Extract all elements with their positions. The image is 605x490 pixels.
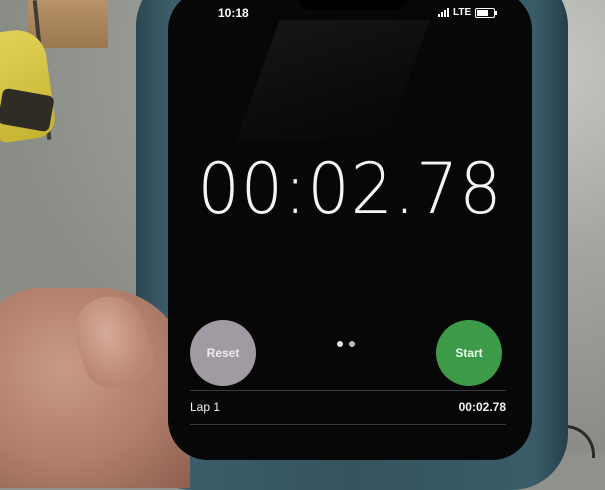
divider [190, 390, 506, 391]
status-bar: 10:18 LTE [168, 6, 532, 22]
lap-label: Lap 1 [190, 400, 221, 414]
network-label: LTE [453, 7, 472, 18]
signal-bar [444, 10, 446, 17]
signal-bar [438, 14, 440, 17]
page-dot[interactable] [337, 341, 343, 347]
page-dot[interactable] [349, 341, 355, 347]
battery-icon [475, 7, 498, 18]
lap-row: Lap 1 00:02.78 [190, 400, 506, 414]
lap-time: 00:02.78 [458, 400, 506, 414]
phone-screen: 10:18 LTE 00:02.78 Reset Start Lap 1 00:… [168, 0, 532, 460]
status-indicators: LTE [438, 7, 498, 18]
signal-bar [441, 12, 443, 17]
signal-bar [447, 8, 449, 17]
elapsed-time: 00:02.78 [197, 148, 503, 230]
page-indicator[interactable] [337, 341, 355, 347]
divider [190, 424, 506, 425]
signal-bars-icon [438, 8, 449, 17]
reset-button[interactable]: Reset [190, 320, 256, 386]
status-time: 10:18 [218, 6, 249, 20]
start-button[interactable]: Start [436, 320, 502, 386]
screen-reflection [236, 20, 430, 140]
